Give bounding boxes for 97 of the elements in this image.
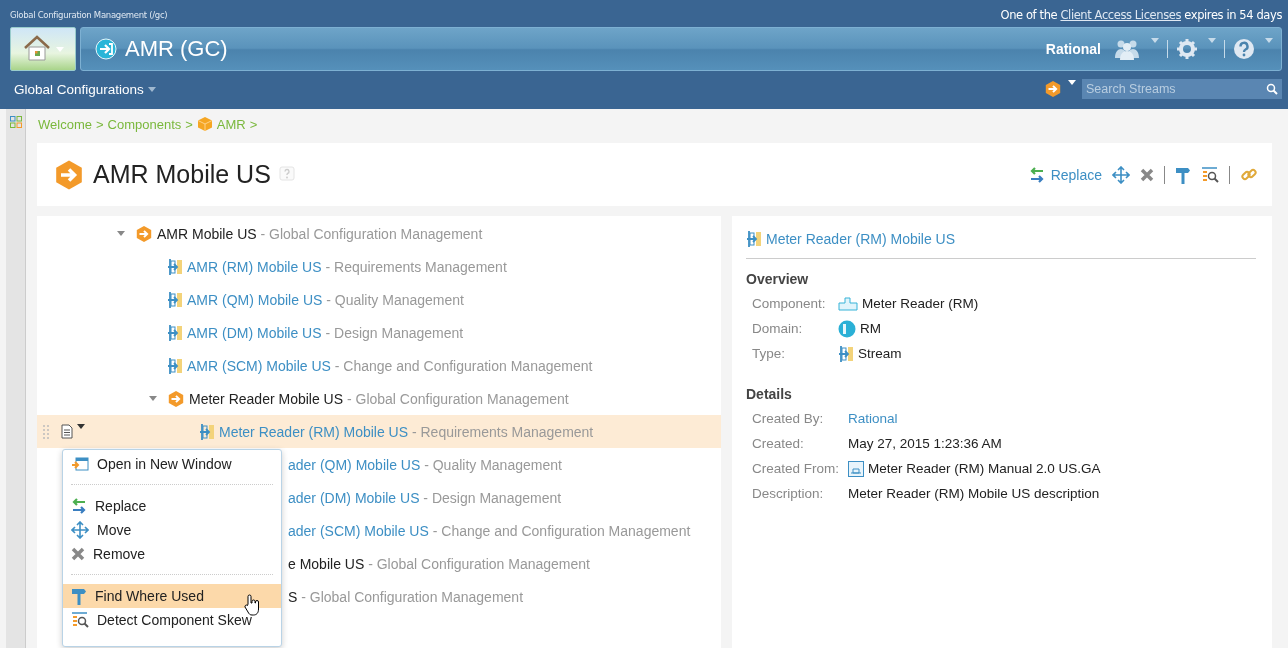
- swap-arrows-icon: [1028, 166, 1045, 183]
- component-icon: [838, 296, 858, 311]
- details-title-link[interactable]: Meter Reader (RM) Mobile US: [746, 228, 1256, 250]
- users-menu-button[interactable]: [1113, 38, 1159, 60]
- skew-button[interactable]: [1201, 165, 1219, 184]
- configuration-icon: [1044, 80, 1062, 98]
- signpost-icon: [1175, 165, 1191, 184]
- tree-item-label[interactable]: ader (QM) Mobile US - Quality Management: [284, 456, 562, 473]
- stream-icon: [746, 230, 762, 248]
- field-label: Domain:: [752, 321, 804, 336]
- caret-icon: [1208, 38, 1216, 43]
- move-button[interactable]: [1112, 165, 1130, 184]
- people-icon: [1113, 38, 1141, 60]
- tree-item-label[interactable]: Meter Reader Mobile US - Global Configuration Management: [185, 390, 569, 407]
- field-value: May 27, 2015 1:23:36 AM: [848, 436, 1002, 451]
- search-icon[interactable]: [1266, 83, 1278, 95]
- caret-icon: [147, 86, 156, 92]
- home-button[interactable]: [10, 27, 76, 71]
- project-icon: [95, 38, 117, 60]
- breadcrumb-separator: >: [185, 116, 193, 132]
- global-configurations-menu[interactable]: Global Configurations: [10, 81, 160, 97]
- remove-icon: [71, 547, 85, 561]
- signpost-icon: [71, 587, 87, 605]
- list-search-icon: [71, 611, 89, 629]
- document-icon: [61, 424, 73, 439]
- field-label: Created:: [752, 436, 805, 451]
- replace-link[interactable]: Replace: [1028, 166, 1102, 183]
- row-menu-button[interactable]: [61, 424, 85, 439]
- menu-item[interactable]: Remove: [63, 542, 281, 566]
- page-title: AMR Mobile US: [93, 160, 271, 189]
- drag-handle-icon[interactable]: [43, 424, 49, 439]
- section-heading: Details: [746, 386, 793, 402]
- settings-icon: [1176, 38, 1198, 60]
- hand-cursor-icon: [243, 594, 261, 616]
- cube-icon: [196, 116, 213, 132]
- tree-item-label[interactable]: AMR (SCM) Mobile US - Change and Configuration Management: [183, 357, 593, 374]
- caret-icon: [1151, 38, 1159, 43]
- menu-item[interactable]: Detect Component Skew: [63, 608, 281, 632]
- breadcrumb-separator: >: [95, 116, 104, 132]
- menu-item[interactable]: Open in New Window: [63, 452, 281, 476]
- help-icon: [1233, 38, 1255, 60]
- remove-icon: [1140, 167, 1154, 182]
- menu-item[interactable]: Find Where Used: [63, 584, 281, 608]
- field-value: Meter Reader (RM) Manual 2.0 US.GA: [868, 461, 1101, 476]
- field-label: Description:: [752, 486, 825, 501]
- application-context: Global Configuration Management (/gc): [10, 10, 168, 20]
- license-link[interactable]: Client Access Licenses: [1060, 8, 1181, 22]
- find-button[interactable]: [1175, 165, 1191, 184]
- user-name: Rational: [1045, 41, 1101, 57]
- move-icon: [1112, 165, 1130, 184]
- domain-icon: [838, 319, 856, 338]
- tree-item-label[interactable]: ader (SCM) Mobile US - Change and Configuration Management: [284, 522, 691, 539]
- settings-menu-button[interactable]: [1176, 38, 1216, 60]
- stream-icon: [838, 344, 854, 363]
- help-menu-button[interactable]: [1233, 38, 1273, 60]
- tree-item-label[interactable]: ader (DM) Mobile US - Design Management: [284, 489, 562, 506]
- project-title: AMR (GC): [125, 36, 229, 62]
- configuration-icon: [53, 158, 85, 191]
- field-label: Created By:: [752, 411, 825, 426]
- list-search-icon: [1201, 165, 1219, 184]
- field-value: Meter Reader (RM): [862, 296, 979, 311]
- menu-item[interactable]: Move: [63, 518, 281, 542]
- grid-icon[interactable]: [9, 116, 22, 128]
- menu-item[interactable]: Replace: [63, 494, 281, 518]
- breadcrumb-link[interactable]: AMR: [196, 116, 246, 132]
- field-value: RM: [860, 321, 881, 336]
- house-icon: [22, 34, 52, 64]
- search-field[interactable]: Search Streams: [1082, 79, 1282, 99]
- tree-item-label[interactable]: AMR Mobile US - Global Configuration Management: [153, 225, 483, 242]
- caret-icon: [1265, 38, 1273, 43]
- caret-icon: [77, 424, 85, 429]
- baseline-icon: [848, 460, 864, 477]
- field-label: Component:: [752, 296, 827, 311]
- tree-item-label[interactable]: S - Global Configuration Management: [284, 588, 524, 605]
- selected-tree-row[interactable]: Meter Reader (RM) Mobile US - Requirements Management: [37, 415, 721, 448]
- field-label: Type:: [752, 346, 787, 361]
- field-link[interactable]: Rational: [848, 411, 898, 426]
- license-notice: One of the Client Access Licenses expires in 54 days: [1000, 8, 1282, 22]
- section-heading: Overview: [746, 271, 810, 287]
- tree-item-label[interactable]: AMR (DM) Mobile US - Design Management: [183, 324, 464, 341]
- field-value: Meter Reader (RM) Mobile US description: [848, 486, 1100, 501]
- breadcrumb-separator: >: [249, 116, 258, 132]
- field-value: Stream: [858, 346, 902, 361]
- stream-type-button[interactable]: [1044, 80, 1076, 98]
- field-label: Created From:: [752, 461, 841, 476]
- tree-item-label[interactable]: Meter Reader (RM) Mobile US - Requirements Management: [215, 423, 594, 440]
- tree-item-label[interactable]: e Mobile US - Global Configuration Management: [284, 555, 590, 572]
- home-caret-icon: [56, 46, 64, 52]
- window-icon: [71, 456, 89, 472]
- breadcrumb-link[interactable]: Welcome: [38, 116, 92, 132]
- caret-icon: [1068, 80, 1076, 85]
- remove-button[interactable]: [1140, 167, 1154, 182]
- tree-item-label[interactable]: AMR (QM) Mobile US - Quality Management: [183, 291, 464, 308]
- breadcrumb-link[interactable]: Components: [107, 116, 182, 132]
- tree-item-label[interactable]: AMR (RM) Mobile US - Requirements Management: [183, 258, 507, 275]
- move-icon: [71, 521, 89, 539]
- swap-arrows-icon: [71, 498, 87, 514]
